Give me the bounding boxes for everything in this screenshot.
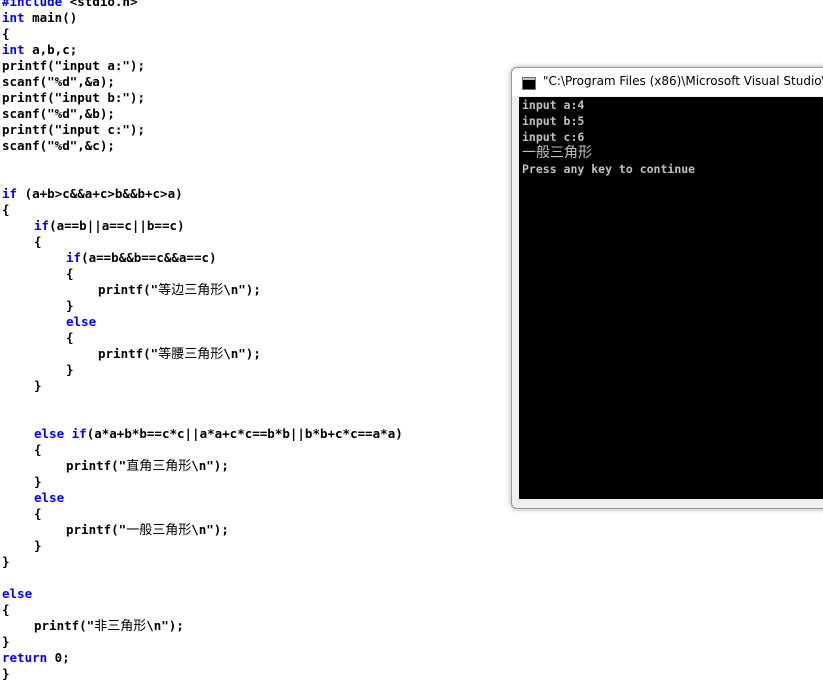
code-text: 0;	[47, 650, 70, 665]
code-text: scanf("%d",&b);	[2, 106, 115, 121]
code-text: }	[34, 378, 42, 393]
code-keyword: return	[2, 650, 48, 665]
code-text: printf("	[98, 346, 159, 361]
code-text: }	[2, 634, 10, 649]
code-line: printf("一般三角形\n");	[0, 522, 823, 538]
code-keyword: if	[2, 186, 18, 201]
code-text: }	[66, 362, 74, 377]
code-text: }	[2, 554, 10, 569]
code-text: {	[2, 26, 10, 41]
code-line: printf("非三角形\n");	[0, 618, 823, 634]
code-text: <stdio.h>	[62, 0, 138, 9]
code-text: (a*a+b*b==c*c||a*a+c*c==b*b||b*b+c*c==a*…	[86, 426, 403, 441]
console-app-icon	[522, 77, 536, 90]
code-keyword: int	[2, 42, 25, 57]
code-text: {	[34, 506, 42, 521]
code-text: {	[66, 330, 74, 345]
code-text: \n");	[223, 346, 261, 361]
code-text: printf("input a:");	[2, 58, 145, 73]
code-line: int main()	[0, 10, 823, 26]
code-text: \n");	[146, 618, 184, 633]
code-text: printf("input b:");	[2, 90, 145, 105]
console-output-line: input c:6	[522, 130, 585, 144]
code-text: (a+b>c&&a+c>b&&b+c>a)	[17, 186, 183, 201]
console-output-line: input b:5	[522, 114, 585, 128]
code-line: return 0;	[0, 650, 823, 666]
code-text: }	[34, 538, 42, 553]
code-text: {	[2, 202, 10, 217]
console-output-line: 一般三角形	[522, 145, 592, 161]
code-text: \n");	[191, 458, 229, 473]
code-line: }	[0, 634, 823, 650]
code-text: scanf("%d",&c);	[2, 138, 115, 153]
code-keyword: else	[66, 314, 97, 329]
code-text: {	[34, 442, 42, 457]
code-text: }	[34, 474, 42, 489]
console-title-bar[interactable]: "C:\Program Files (x86)\Microsoft Visual…	[512, 68, 823, 96]
code-line: }	[0, 666, 823, 682]
console-window[interactable]: "C:\Program Files (x86)\Microsoft Visual…	[511, 67, 823, 509]
code-keyword: else if	[34, 426, 87, 441]
code-text: {	[66, 266, 74, 281]
code-text: printf("	[66, 522, 127, 537]
code-keyword: if	[34, 218, 50, 233]
code-line: }	[0, 538, 823, 554]
code-text: printf("input c:");	[2, 122, 145, 137]
code-line: {	[0, 26, 823, 42]
code-line: else	[0, 586, 823, 602]
code-line: {	[0, 602, 823, 618]
code-keyword: else	[34, 490, 65, 505]
code-text: scanf("%d",&a);	[2, 74, 115, 89]
code-text: {	[34, 234, 42, 249]
code-text: printf("	[66, 458, 127, 473]
code-string-literal: 等边三角形	[158, 283, 224, 298]
code-text: main()	[24, 10, 78, 25]
console-output-line: input a:4	[522, 98, 585, 112]
code-keyword: else	[2, 586, 33, 601]
code-keyword: if	[66, 250, 82, 265]
code-string-literal: 等腰三角形	[158, 347, 224, 362]
code-keyword: int	[2, 10, 25, 25]
code-keyword: #include	[2, 0, 63, 9]
code-text: printf("	[98, 282, 159, 297]
console-output-line: Press any key to continue	[522, 162, 696, 176]
code-string-literal: 直角三角形	[126, 459, 192, 474]
code-line: int a,b,c;	[0, 42, 823, 58]
code-string-literal: 一般三角形	[126, 523, 192, 538]
code-line: #include <stdio.h>	[0, 0, 823, 10]
code-text: (a==b||a==c||b==c)	[49, 218, 185, 233]
code-string-literal: 非三角形	[94, 619, 147, 634]
code-line: }	[0, 554, 823, 570]
console-window-title: "C:\Program Files (x86)\Microsoft Visual…	[543, 74, 823, 88]
code-text: {	[2, 602, 10, 617]
console-output: input a:4 input b:5 input c:6 一般三角形 Press an…	[519, 97, 823, 499]
code-text: \n");	[223, 282, 261, 297]
code-text: \n");	[191, 522, 229, 537]
code-text: a,b,c;	[24, 42, 78, 57]
code-text: }	[2, 666, 10, 681]
code-text: (a==b&&b==c&&a==c)	[81, 250, 217, 265]
code-text: }	[66, 298, 74, 313]
code-text: printf("	[34, 618, 95, 633]
